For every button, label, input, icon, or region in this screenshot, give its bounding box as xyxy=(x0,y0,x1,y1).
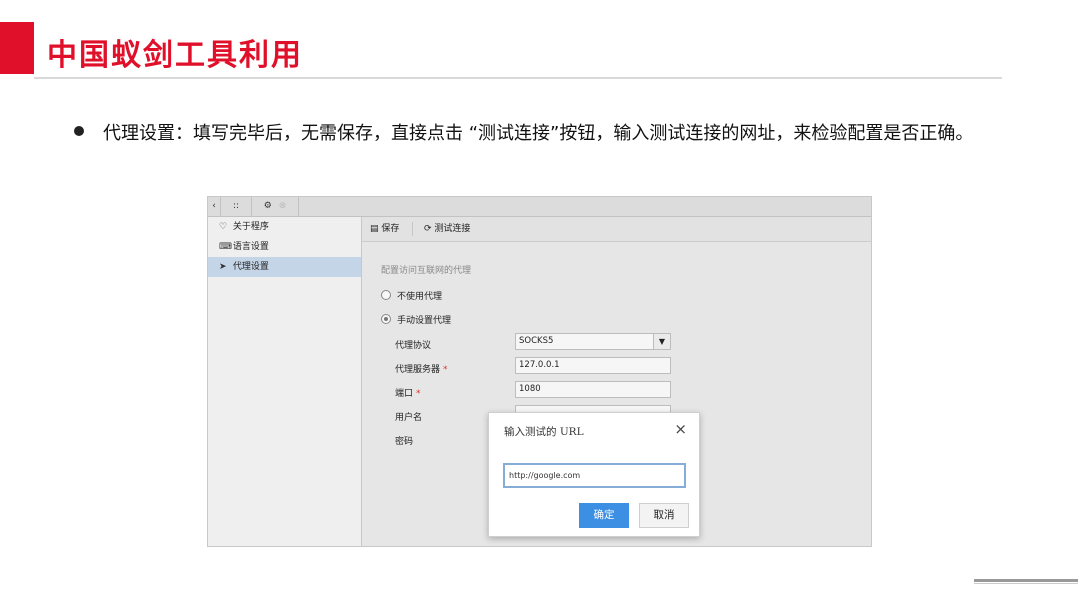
required-mark: * xyxy=(443,365,448,375)
required-mark: * xyxy=(416,389,421,399)
content-toolbar: ▤ 保存 ⟳ 测试连接 xyxy=(362,217,871,242)
username-label: 用户名 xyxy=(395,413,423,423)
radio-manual-proxy[interactable]: 手动设置代理 xyxy=(381,313,451,326)
server-label-text: 代理服务器 xyxy=(395,365,441,375)
footer-line xyxy=(974,579,1078,582)
url-dialog: 输入测试的 URL × http://google.com 确定 取消 xyxy=(488,412,700,537)
loading-icon: ⟳ xyxy=(424,224,432,234)
sidebar-item-about[interactable]: ♡ 关于程序 xyxy=(208,217,361,237)
chevron-down-icon[interactable]: ▼ xyxy=(653,334,670,349)
bullet-point-icon xyxy=(74,126,84,136)
protocol-label: 代理协议 xyxy=(395,341,432,351)
server-label: 代理服务器 * xyxy=(395,362,448,375)
slide-title: 中国蚁剑工具利用 xyxy=(47,38,303,73)
grid-icon[interactable]: :: xyxy=(221,197,252,216)
sidebar-item-language[interactable]: ⌨ 语言设置 xyxy=(208,237,361,257)
url-input[interactable]: http://google.com xyxy=(503,463,686,488)
test-connection-button[interactable]: ⟳ 测试连接 xyxy=(424,217,470,241)
radio-no-proxy[interactable]: 不使用代理 xyxy=(381,289,442,302)
cancel-button[interactable]: 取消 xyxy=(639,503,689,528)
server-field[interactable]: 127.0.0.1 xyxy=(515,357,671,374)
title-divider xyxy=(34,77,1002,79)
protocol-value: SOCKS5 xyxy=(519,336,554,346)
sidebar-item-label: 语言设置 xyxy=(232,242,269,252)
port-label: 端口 * xyxy=(395,386,421,399)
sidebar-item-label: 代理设置 xyxy=(232,262,269,272)
radio-circle-icon xyxy=(381,290,391,300)
app-toolbar: ‹ :: ⚙ ⊗ xyxy=(208,197,871,217)
save-button[interactable]: ▤ 保存 xyxy=(370,217,399,241)
slide-accent-bar xyxy=(0,22,34,74)
send-icon: ➤ xyxy=(219,262,227,272)
save-label: 保存 xyxy=(381,224,400,234)
dialog-title: 输入测试的 URL xyxy=(504,426,584,438)
heart-icon: ♡ xyxy=(219,222,228,232)
radio-label: 不使用代理 xyxy=(397,292,443,302)
radio-label: 手动设置代理 xyxy=(397,316,452,326)
sidebar-item-label: 关于程序 xyxy=(232,222,269,232)
sidebar: ♡ 关于程序 ⌨ 语言设置 ➤ 代理设置 xyxy=(208,217,362,546)
protocol-select[interactable]: SOCKS5 ▼ xyxy=(515,333,671,350)
sidebar-item-proxy[interactable]: ➤ 代理设置 xyxy=(208,257,361,277)
collapse-arrow-icon[interactable]: ‹ xyxy=(208,197,221,216)
close-tab-icon[interactable]: ⊗ xyxy=(279,201,287,211)
bullet-text: 代理设置：填写完毕后，无需保存，直接点击 “测试连接”按钮，输入测试连接的网址，… xyxy=(103,123,974,144)
settings-tab[interactable]: ⚙ ⊗ xyxy=(252,197,299,216)
language-icon: ⌨ xyxy=(219,242,232,252)
port-label-text: 端口 xyxy=(395,389,414,399)
confirm-button[interactable]: 确定 xyxy=(579,503,629,528)
form-caption: 配置访问互联网的代理 xyxy=(381,266,472,276)
save-icon: ▤ xyxy=(370,224,379,234)
footer-line-thin xyxy=(974,583,1078,584)
port-field[interactable]: 1080 xyxy=(515,381,671,398)
radio-checked-icon xyxy=(381,314,391,324)
gear-icon: ⚙ xyxy=(263,201,272,211)
close-icon[interactable]: × xyxy=(674,420,687,438)
toolbar-divider xyxy=(412,222,413,236)
password-label: 密码 xyxy=(395,437,414,447)
test-connection-label: 测试连接 xyxy=(434,224,471,234)
